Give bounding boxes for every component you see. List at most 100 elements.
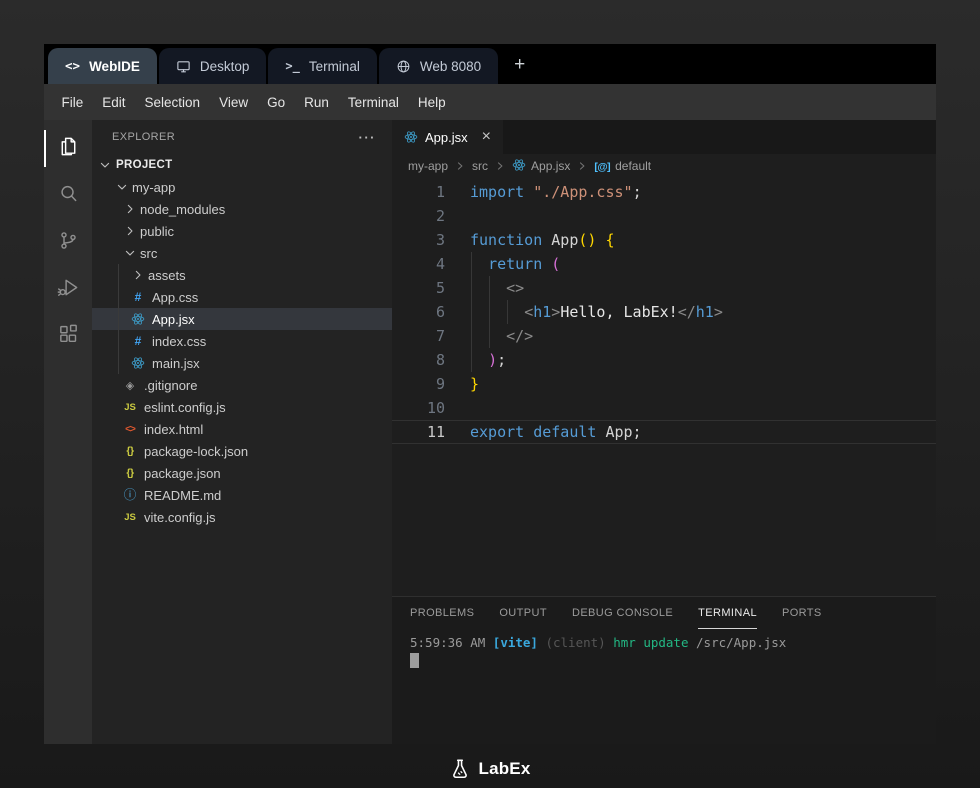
menu-file[interactable]: File — [52, 95, 93, 110]
menu-run[interactable]: Run — [295, 95, 339, 110]
activity-run-debug[interactable] — [44, 266, 92, 313]
panel-tab-problems[interactable]: PROBLEMS — [410, 597, 474, 629]
browser-tab-label: Web 8080 — [420, 59, 481, 74]
indent-guide — [118, 264, 119, 286]
webide-window: <> WebIDE Desktop >_ Terminal Web 8080 + File… — [44, 44, 936, 744]
file-tree: my-app node_modulespublic src assets#App.cs… — [92, 176, 392, 528]
panel-tab-debug-console[interactable]: DEBUG CONSOLE — [572, 597, 673, 629]
tree-item-label: node_modules — [140, 202, 225, 217]
browser-tab-web-8080[interactable]: Web 8080 — [379, 48, 498, 84]
tree-item-label: index.css — [152, 334, 206, 349]
activity-bar — [44, 120, 92, 744]
browser-tab-terminal[interactable]: >_ Terminal — [268, 48, 376, 84]
panel-tab-terminal[interactable]: TERMINAL — [698, 597, 757, 629]
browser-tab-label: WebIDE — [89, 59, 140, 74]
source-control-icon — [57, 229, 80, 257]
breadcrumb-label: default — [615, 159, 651, 173]
code-icon: <> — [65, 60, 80, 73]
tree-item-label: package-lock.json — [144, 444, 248, 459]
tree-item-node-modules[interactable]: node_modules — [92, 198, 392, 220]
tree-item-readme-md[interactable]: ⓘREADME.md — [92, 484, 392, 506]
browser-tab-desktop[interactable]: Desktop — [159, 48, 267, 84]
js-icon: JS — [122, 512, 138, 523]
menu-view[interactable]: View — [210, 95, 258, 110]
terminal-icon: >_ — [285, 60, 299, 72]
line-number: 11 — [392, 420, 445, 444]
menu-go[interactable]: Go — [258, 95, 295, 110]
browser-tab-webide[interactable]: <> WebIDE — [48, 48, 157, 84]
labex-flask-icon — [449, 758, 471, 780]
indent-guide — [118, 308, 119, 330]
tree-item-src[interactable]: src — [92, 242, 392, 264]
line-number: 8 — [392, 348, 445, 372]
js-icon: JS — [122, 402, 138, 413]
git-icon: ◈ — [122, 379, 138, 392]
tree-item-label: my-app — [132, 180, 175, 195]
chevron-down-icon — [114, 181, 130, 193]
tree-item-my-app[interactable]: my-app — [92, 176, 392, 198]
terminal-log-line: 5:59:36 AM [vite] (client) hmr update /s… — [410, 634, 936, 651]
code-line-9: 9} — [392, 372, 936, 396]
tree-item-main-jsx[interactable]: main.jsx — [92, 352, 392, 374]
line-number: 5 — [392, 276, 445, 300]
activity-explorer[interactable] — [44, 125, 92, 172]
code-line-content: } — [470, 372, 479, 396]
tree-item-gitignore[interactable]: ◈ .gitignore — [92, 374, 392, 396]
tree-item-public[interactable]: public — [92, 220, 392, 242]
code-line-content: export default App; — [470, 420, 642, 444]
more-actions-icon[interactable]: ··· — [359, 130, 377, 145]
react-icon — [130, 356, 146, 370]
breadcrumb-label: my-app — [408, 159, 448, 173]
line-number: 3 — [392, 228, 445, 252]
code-line-4: 4 return ( — [392, 252, 936, 276]
tree-item-label: .gitignore — [144, 378, 197, 393]
tree-item-label: eslint.config.js — [144, 400, 226, 415]
terminal-output[interactable]: 5:59:36 AM [vite] (client) hmr update /s… — [392, 629, 936, 668]
breadcrumb-item-my-app[interactable]: my-app — [408, 159, 448, 173]
search-icon — [57, 182, 80, 210]
menu-terminal[interactable]: Terminal — [338, 95, 408, 110]
breadcrumb-item-default[interactable]: [@]default — [594, 159, 651, 173]
tree-item-assets[interactable]: assets — [92, 264, 392, 286]
menu-edit[interactable]: Edit — [93, 95, 135, 110]
line-number: 10 — [392, 396, 445, 420]
html-icon: <> — [122, 424, 138, 435]
activity-extensions[interactable] — [44, 313, 92, 360]
tree-item-vite-config-js[interactable]: JSvite.config.js — [92, 506, 392, 528]
tree-item-eslint-config-js[interactable]: JS eslint.config.js — [92, 396, 392, 418]
panel-tab-output[interactable]: OUTPUT — [499, 597, 547, 629]
json-icon: {} — [122, 445, 138, 457]
breadcrumb-item-app-jsx[interactable]: App.jsx — [512, 158, 570, 175]
close-icon[interactable]: × — [482, 129, 491, 145]
tree-item-label: package.json — [144, 466, 221, 481]
tree-item-package-lock-json[interactable]: {} package-lock.json — [92, 440, 392, 462]
tree-item-label: src — [140, 246, 157, 261]
labex-footer: LabEx — [0, 758, 980, 780]
browser-tab-label: Desktop — [200, 59, 250, 74]
menu-selection[interactable]: Selection — [135, 95, 210, 110]
indent-guide — [118, 330, 119, 352]
project-section-header[interactable]: PROJECT — [92, 154, 392, 176]
new-tab-button[interactable]: + — [514, 55, 525, 74]
tree-item-app-jsx[interactable]: App.jsx — [92, 308, 392, 330]
tree-item-package-json[interactable]: {}package.json — [92, 462, 392, 484]
react-icon — [512, 158, 526, 175]
tree-item-app-css[interactable]: #App.css — [92, 286, 392, 308]
indent-guide — [489, 276, 490, 348]
editor-tab-app-jsx[interactable]: App.jsx × — [392, 120, 503, 154]
menu-help[interactable]: Help — [408, 95, 455, 110]
code-editor[interactable]: 1import "./App.css";23function App() {4 … — [392, 178, 936, 596]
explorer-title: EXPLORER — [112, 131, 175, 143]
code-line-7: 7 </> — [392, 324, 936, 348]
chevron-down-icon — [122, 247, 138, 259]
code-line-10: 10 — [392, 396, 936, 420]
breadcrumb-item-src[interactable]: src — [472, 159, 488, 173]
tree-item-index-css[interactable]: #index.css — [92, 330, 392, 352]
panel-tab-ports[interactable]: PORTS — [782, 597, 822, 629]
workbench: EXPLORER ··· PROJECT my-app node_modulesp… — [44, 120, 936, 744]
tree-item-index-html[interactable]: <>index.html — [92, 418, 392, 440]
globe-icon — [396, 59, 411, 74]
activity-search[interactable] — [44, 172, 92, 219]
browser-tab-label: Terminal — [309, 59, 360, 74]
activity-source-control[interactable] — [44, 219, 92, 266]
